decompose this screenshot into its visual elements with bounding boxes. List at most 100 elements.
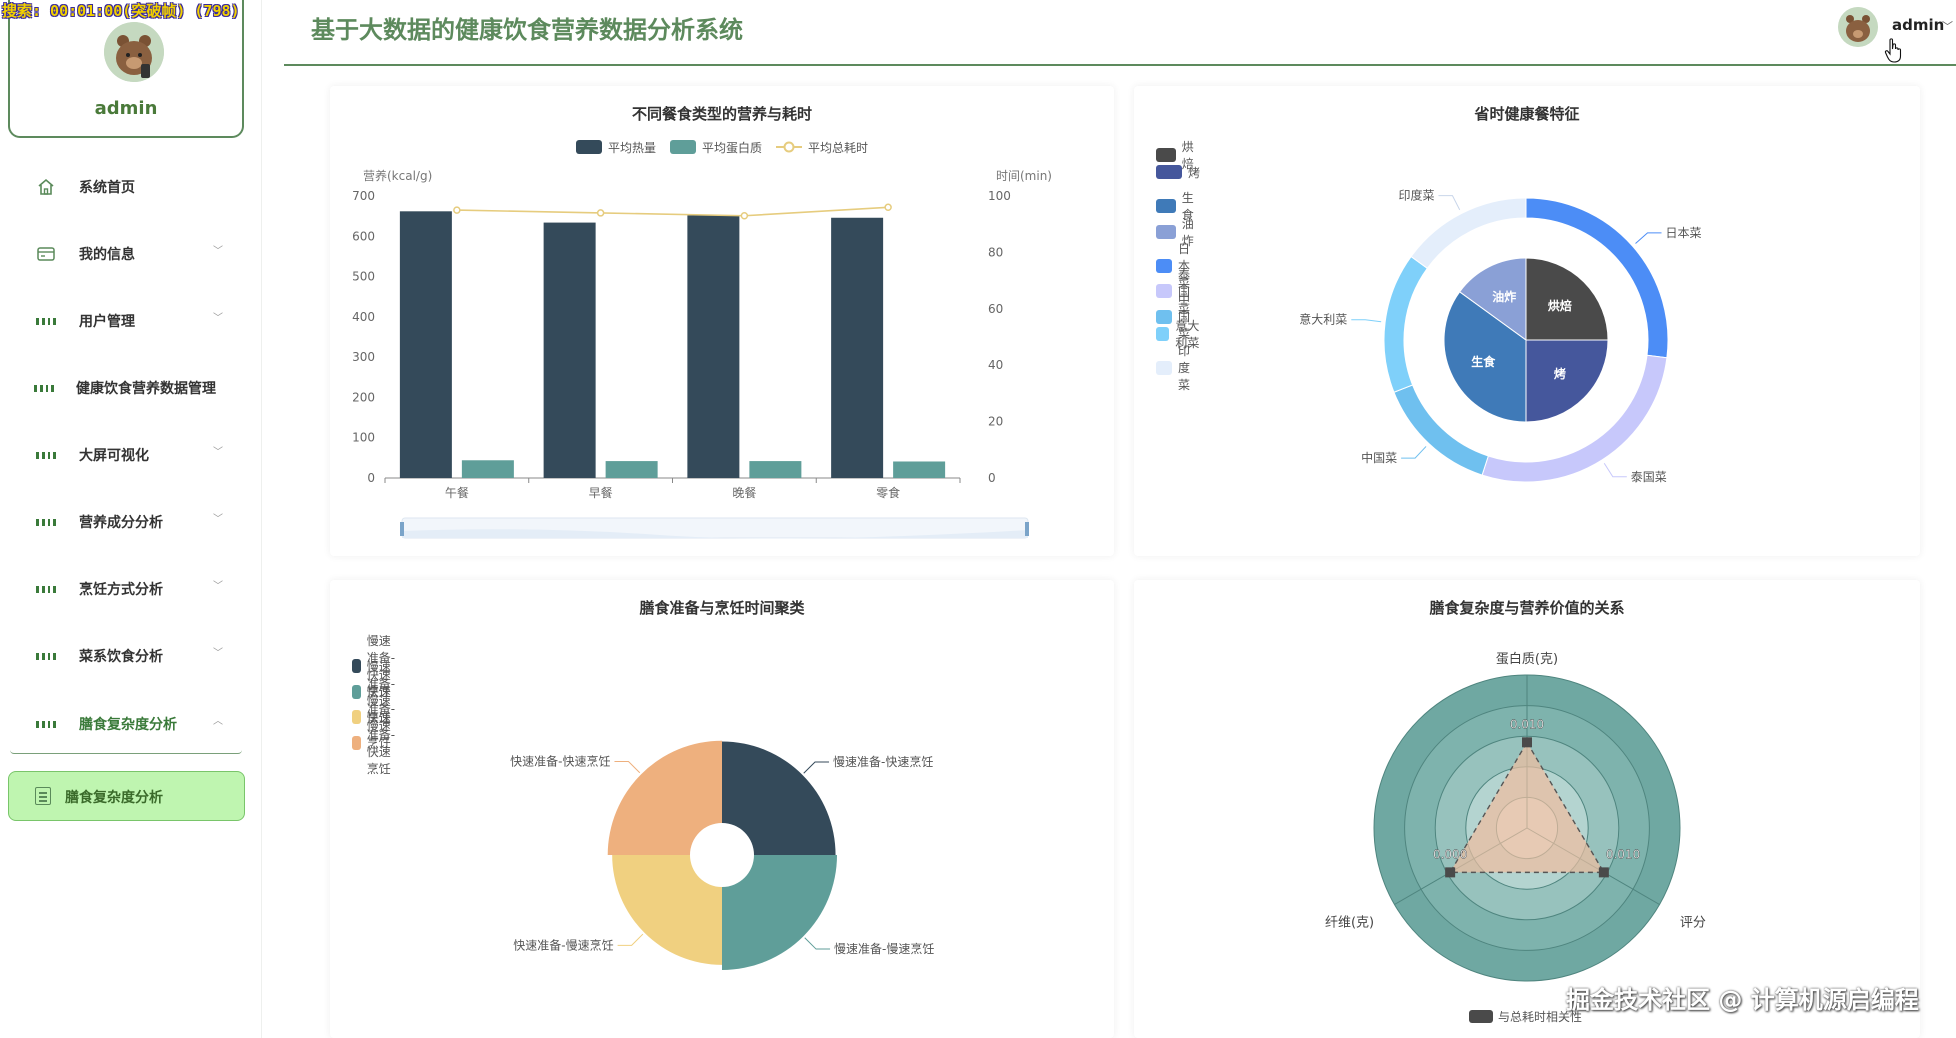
y-tick-label-left: 0 xyxy=(367,471,375,485)
header: 基于大数据的健康饮食营养数据分析系统 admin ﹀ xyxy=(284,0,1956,66)
home-icon xyxy=(36,177,56,197)
sunburst-label-line xyxy=(1401,446,1427,459)
page-title: 基于大数据的健康饮食营养数据分析系统 xyxy=(311,15,743,44)
y-tick-label-left: 600 xyxy=(352,229,375,243)
sidebar-item-home[interactable]: 系统首页 xyxy=(0,165,262,209)
sidebar-item-label: 我的信息 xyxy=(79,247,135,263)
y-tick-label-left: 200 xyxy=(352,390,375,404)
y-axis-left-label: 营养(kcal/g) xyxy=(363,168,432,183)
x-tick-label: 晚餐 xyxy=(732,485,756,500)
sunburst-outer-slice[interactable] xyxy=(1383,255,1428,393)
sidebar-item-label: 烹饪方式分析 xyxy=(79,582,163,598)
rose-label-line xyxy=(614,760,641,774)
bar-calories[interactable] xyxy=(687,215,740,478)
rose-label-line xyxy=(617,933,644,946)
rose-slice[interactable] xyxy=(722,855,837,970)
y-tick-label-right: 60 xyxy=(988,302,1003,316)
sidebar: admin 系统首页 我的信息 ﹀ 用户管理 ﹀ 健康饮食营养数据管理 大屏可视… xyxy=(0,0,262,1038)
radar-point[interactable] xyxy=(1598,867,1609,878)
sidebar-item-nutrient-analysis[interactable]: 营养成分分析 ﹀ xyxy=(0,500,262,544)
watermark: 掘金技术社区 @ 计算机源启编程 xyxy=(1566,986,1919,1014)
sunburst-outer-slice[interactable] xyxy=(1410,197,1527,269)
x-tick-label: 早餐 xyxy=(589,485,613,500)
y-tick-label-right: 40 xyxy=(988,358,1003,372)
chevron-down-icon: ﹀ xyxy=(213,313,223,324)
sidebar-item-diet-data-management[interactable]: 健康饮食营养数据管理 xyxy=(0,366,262,410)
sidebar-item-label: 膳食复杂度分析 xyxy=(79,717,177,733)
profile-name: admin xyxy=(94,98,158,119)
legend-swatch-calories[interactable] xyxy=(576,140,602,154)
submenu-item-complexity-analysis[interactable]: 膳食复杂度分析 xyxy=(8,771,245,821)
bar-protein[interactable] xyxy=(749,461,802,478)
sunburst-inner-label: 油炸 xyxy=(1492,289,1516,304)
legend-label-time[interactable]: 平均总耗时 xyxy=(808,141,868,155)
bar-chart: 平均热量 平均蛋白质 平均总耗时 营养(kcal/g) 时间(min) 700 6… xyxy=(352,140,1052,539)
chart-card-meal-nutrition: 不同餐食类型的营养与耗时 平均热量 平均蛋白质 平均总耗时 营养(kcal/g)… xyxy=(330,86,1114,556)
bar-calories[interactable] xyxy=(399,211,452,478)
sidebar-item-label: 菜系饮食分析 xyxy=(79,649,163,665)
radar-value-label: 0.010 xyxy=(1510,717,1544,731)
sidebar-item-complexity-analysis[interactable]: 膳食复杂度分析 ︿ xyxy=(0,702,262,746)
sidebar-item-big-screen[interactable]: 大屏可视化 ﹀ xyxy=(0,433,262,477)
legend-marker-time[interactable] xyxy=(783,141,795,153)
y-tick-label-left: 100 xyxy=(352,431,375,445)
bar-calories[interactable] xyxy=(831,217,884,479)
rose-slice[interactable] xyxy=(612,855,722,965)
bar-protein[interactable] xyxy=(893,461,946,478)
menu-divider xyxy=(10,750,242,754)
legend-swatch[interactable] xyxy=(1469,1010,1493,1023)
radar-value-label: 0.000 xyxy=(1433,847,1467,861)
sunburst-chart: 烘焙烤 生食 油炸 日本菜泰国菜 中国菜 意大利菜 印度菜 xyxy=(1299,188,1702,484)
grid-icon xyxy=(36,714,56,734)
legend-swatch-protein[interactable] xyxy=(670,140,696,154)
sidebar-item-label: 健康饮食营养数据管理 xyxy=(76,381,216,397)
legend-label-protein[interactable]: 平均蛋白质 xyxy=(702,140,762,155)
header-username[interactable]: admin xyxy=(1892,16,1944,34)
document-icon xyxy=(35,787,51,805)
sunburst-label-line xyxy=(1351,319,1382,323)
grid-icon xyxy=(36,646,56,666)
rose-label-line xyxy=(804,937,831,950)
line-point-avg-time[interactable] xyxy=(596,209,605,217)
radar-point[interactable] xyxy=(1445,867,1456,878)
bar-calories[interactable] xyxy=(543,222,596,478)
x-tick-label: 午餐 xyxy=(445,485,469,500)
sunburst-inner-slice[interactable] xyxy=(1525,339,1609,423)
sidebar-item-cuisine-analysis[interactable]: 菜系饮食分析 ﹀ xyxy=(0,634,262,678)
y-tick-label-left: 300 xyxy=(352,350,375,364)
sunburst-outer-label: 意大利菜 xyxy=(1299,312,1347,327)
radar-indicator-label: 评分 xyxy=(1680,916,1706,931)
legend-label-calories[interactable]: 平均热量 xyxy=(608,141,656,155)
datazoom-handle-left[interactable] xyxy=(400,522,404,536)
chevron-down-icon[interactable]: ﹀ xyxy=(1942,18,1953,34)
recording-overlay: 搜索: 00:01:00(突破帧) (798) xyxy=(2,2,240,20)
radar-point[interactable] xyxy=(1522,737,1532,748)
sidebar-item-user-management[interactable]: 用户管理 ﹀ xyxy=(0,299,262,343)
line-point-avg-time[interactable] xyxy=(740,211,749,220)
sunburst-outer-label: 日本菜 xyxy=(1666,226,1702,240)
sidebar-item-my-info[interactable]: 我的信息 ﹀ xyxy=(0,232,262,276)
chart-card-prep-cook-cluster: 膳食准备与烹饪时间聚类 慢速准备-快速烹饪 慢速准备-慢速烹饪 快速准备-慢速烹饪快… xyxy=(330,580,1114,1038)
avatar[interactable] xyxy=(104,22,164,82)
submenu-item-label: 膳食复杂度分析 xyxy=(65,790,163,806)
line-point-avg-time[interactable] xyxy=(884,203,892,212)
sidebar-item-cooking-method[interactable]: 烹饪方式分析 ﹀ xyxy=(0,567,262,611)
rose-label: 慢速准备-慢速烹饪 xyxy=(834,941,934,956)
chevron-down-icon: ﹀ xyxy=(213,514,223,525)
rose-slice[interactable] xyxy=(607,740,722,855)
grid-icon xyxy=(36,579,56,599)
avatar[interactable] xyxy=(1838,7,1878,47)
radar-value-label: 0.010 xyxy=(1606,847,1640,861)
rose-slice[interactable] xyxy=(722,741,836,855)
grid-icon xyxy=(36,512,56,532)
chevron-up-icon: ︿ xyxy=(213,716,223,727)
grid-icon xyxy=(36,311,56,331)
bar-protein[interactable] xyxy=(605,461,658,478)
datazoom-handle-right[interactable] xyxy=(1025,522,1029,536)
y-tick-label-left: 400 xyxy=(352,310,375,324)
line-point-avg-time[interactable] xyxy=(453,206,461,214)
chart-card-complexity-nutrition: 膳食复杂度与营养价值的关系 蛋白质(克) 评分 纤维(克) 0.010 0.010 0.0… xyxy=(1134,580,1920,1038)
y-tick-label-right: 20 xyxy=(988,415,1003,429)
bar-protein[interactable] xyxy=(461,460,514,478)
radar-indicator-label: 蛋白质(克) xyxy=(1496,651,1558,667)
